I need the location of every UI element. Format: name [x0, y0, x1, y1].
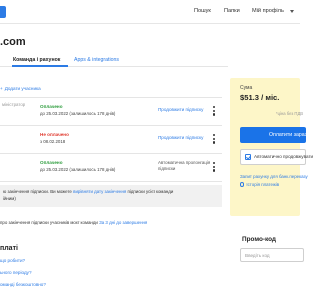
auto-renew-option[interactable]: Автоматично продовжувати — [240, 149, 313, 165]
payment-status: Оплачено — [40, 160, 63, 165]
tab-apps-integrations[interactable]: Apps & integrations — [74, 57, 119, 63]
subscription-notice: ю закінчення підписки. Ви можете вирівня… — [0, 185, 222, 207]
more-options-icon[interactable] — [213, 106, 216, 117]
reminder-period-link[interactable]: За 3 дні до завершення — [99, 220, 147, 225]
promo-code-label: Промо-код — [242, 236, 276, 243]
renew-subscription-link[interactable]: Продовжити підписку — [158, 135, 203, 140]
faq-link[interactable]: ьного періоду? — [0, 270, 32, 275]
clock-icon — [240, 182, 245, 187]
auto-renew-checkbox[interactable] — [245, 154, 251, 160]
renew-subscription-link[interactable]: Продовжити підписку — [158, 107, 203, 112]
subscription-until: до 25.03.2022 (залишилось 178 днів) — [40, 111, 116, 116]
nav-search-link[interactable]: Пошук — [194, 8, 211, 14]
pay-now-button[interactable]: Оплатити зараз — [240, 127, 307, 143]
member-row: Оплачено до 25.03.2022 (залишилось 178 д… — [0, 154, 222, 182]
faq-title: платі — [0, 245, 18, 252]
payment-status: Не оплачено — [40, 132, 69, 137]
faq-link[interactable]: оманді безкоштовно? — [0, 282, 46, 287]
member-role: міністратор — [2, 102, 26, 107]
notice-text-line2: ійним) — [3, 196, 16, 201]
member-row: Не оплачено з 08.02.2018 Продовжити підп… — [0, 126, 222, 154]
active-tab-indicator — [12, 65, 68, 67]
members-list: міністратор Оплачено до 25.03.2022 (зали… — [0, 97, 222, 182]
reminder-text: про закінчення підписки учасників моєї к… — [0, 220, 98, 225]
tab-team-and-account[interactable]: Команда і рахунок — [13, 57, 60, 63]
nav-folders-link[interactable]: Папки — [224, 8, 240, 14]
payment-history-label: Історія платежів — [246, 182, 280, 187]
payment-status: Оплачено — [40, 104, 63, 109]
add-member-label: Додати учасника — [4, 86, 41, 91]
more-options-icon[interactable] — [213, 162, 216, 173]
page-title: .com — [0, 36, 26, 48]
notice-text: ю закінчення підписки. Ви можете — [3, 189, 72, 194]
tab-bar: Команда і рахунок Apps & integrations — [0, 55, 228, 67]
member-row: міністратор Оплачено до 25.03.2022 (зали… — [0, 98, 222, 126]
subscription-until: до 25.03.2022 (залишилось 178 днів) — [40, 167, 116, 172]
auto-renew-label: Автоматично продовжувати — [254, 154, 314, 159]
nav-profile-link[interactable]: Мій профіль — [252, 8, 284, 14]
chevron-down-icon[interactable] — [290, 10, 294, 13]
top-navigation: Пошук Папки Мій профіль — [0, 0, 300, 24]
add-member-link[interactable]: + Додати учасника — [0, 86, 41, 91]
vat-note: *ціна без ПДВ — [276, 111, 304, 116]
expiry-reminder-setting: про закінчення підписки учасників моєї к… — [0, 220, 147, 225]
sum-value: $51.3 / міс. — [240, 93, 280, 102]
invoice-request-link[interactable]: Запит рахунку для банк.переказу — [240, 174, 308, 179]
align-expiry-link[interactable]: вирівняти дату закінчення — [73, 189, 126, 194]
auto-renewal-text: Автоматична пролонгація підписки — [158, 160, 211, 171]
promo-code-input[interactable] — [240, 248, 304, 262]
payment-history-link[interactable]: Історія платежів — [240, 182, 279, 187]
notice-text-end: підписки усієї команди — [127, 189, 174, 194]
payment-summary-card: Сума $51.3 / міс. *ціна без ПДВ Оплатити… — [230, 78, 313, 216]
more-options-icon[interactable] — [213, 134, 216, 145]
plus-icon: + — [0, 86, 3, 91]
subscription-until: з 08.02.2018 — [40, 139, 66, 144]
pay-now-label: Оплатити зараз — [269, 132, 307, 138]
logo-icon[interactable] — [0, 6, 6, 18]
sum-label: Сума — [240, 85, 253, 91]
faq-link[interactable]: що робити? — [0, 258, 25, 263]
